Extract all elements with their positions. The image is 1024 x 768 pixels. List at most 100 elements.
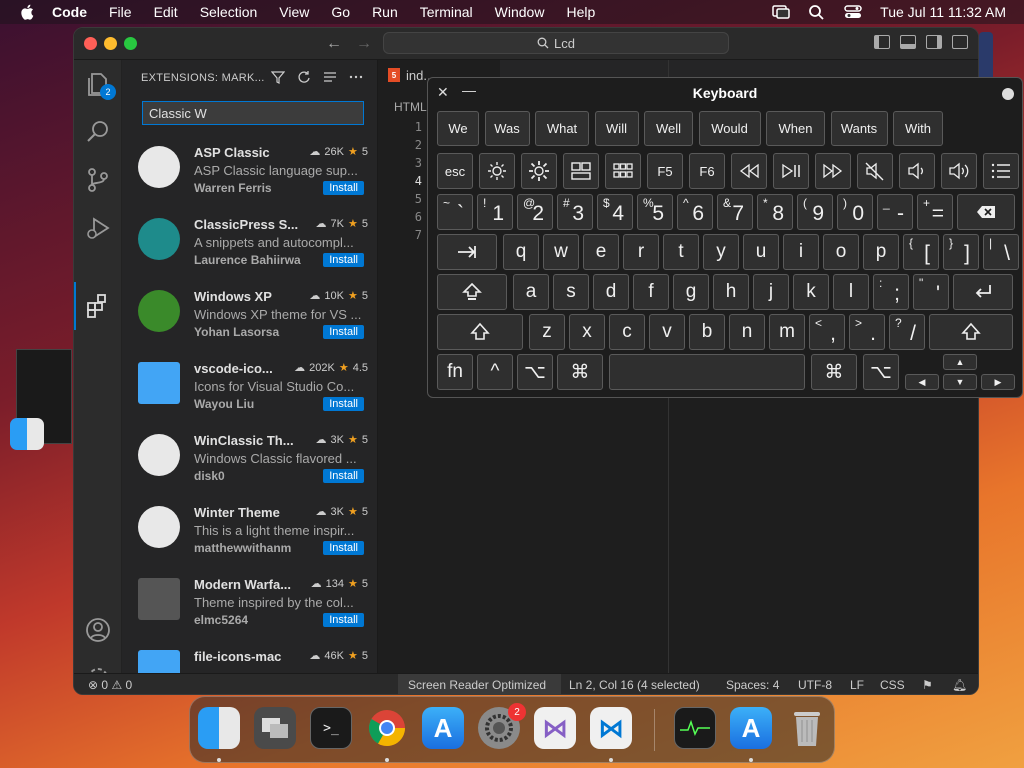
toggle-secondary-sidebar-icon[interactable] xyxy=(926,35,942,49)
cursor-position[interactable]: Ln 2, Col 16 (4 selected) xyxy=(569,678,700,692)
letter-key[interactable]: p xyxy=(863,234,899,270)
volume-up-icon[interactable] xyxy=(941,153,977,189)
extension-list-item[interactable]: vscode-ico... ☁ 202K ★ 4.5 Icons for Vis… xyxy=(122,352,377,424)
number-row-key[interactable]: + = xyxy=(917,194,953,230)
letter-key[interactable]: z xyxy=(529,314,565,350)
launchpad-icon[interactable] xyxy=(605,153,641,189)
extension-list-item[interactable]: ClassicPress S... ☁ 7K ★ 5 A snippets an… xyxy=(122,208,377,280)
fn-key[interactable]: fn xyxy=(437,354,473,390)
apple-icon[interactable] xyxy=(18,4,36,20)
right-option-key[interactable]: ⌥ xyxy=(863,354,899,390)
accounts-icon[interactable] xyxy=(84,616,112,644)
left-shift-key[interactable] xyxy=(437,314,523,350)
menu-file[interactable]: File xyxy=(109,4,132,20)
number-row-key[interactable]: (9 xyxy=(797,194,833,230)
more-actions-icon[interactable] xyxy=(349,70,363,84)
menu-clock[interactable]: Tue Jul 11 11:32 AM xyxy=(880,4,1006,20)
preview-dock-icon[interactable] xyxy=(254,707,296,749)
letter-key[interactable]: k xyxy=(793,274,829,310)
letter-key[interactable]: t xyxy=(663,234,699,270)
menu-help[interactable]: Help xyxy=(566,4,595,20)
install-button[interactable]: Install xyxy=(323,325,364,339)
end-of-line[interactable]: LF xyxy=(850,678,864,692)
return-key[interactable] xyxy=(953,274,1013,310)
punctuation-key[interactable]: }] xyxy=(943,234,979,270)
arrow-right-key[interactable]: ▶ xyxy=(981,374,1015,390)
control-key[interactable]: ^ xyxy=(477,354,513,390)
list-icon[interactable] xyxy=(983,153,1019,189)
screen-reader-mode[interactable]: Screen Reader Optimized xyxy=(408,678,546,692)
rewind-icon[interactable] xyxy=(731,153,767,189)
mission-control-icon[interactable] xyxy=(563,153,599,189)
punctuation-key[interactable]: <, xyxy=(809,314,845,350)
f5-key[interactable]: F5 xyxy=(647,153,683,189)
letter-key[interactable]: s xyxy=(553,274,589,310)
install-button[interactable]: Install xyxy=(323,469,364,483)
f6-key[interactable]: F6 xyxy=(689,153,725,189)
letter-key[interactable]: o xyxy=(823,234,859,270)
punctuation-key[interactable]: {[ xyxy=(903,234,939,270)
caps-lock-key[interactable] xyxy=(437,274,507,310)
zoom-window-button[interactable] xyxy=(124,37,137,50)
esc-key[interactable]: esc xyxy=(437,153,473,189)
refresh-icon[interactable] xyxy=(297,70,311,84)
menu-edit[interactable]: Edit xyxy=(154,4,178,20)
letter-key[interactable]: f xyxy=(633,274,669,310)
extension-author[interactable]: disk0 xyxy=(194,469,225,483)
command-key[interactable]: ⌘ xyxy=(557,354,603,390)
punctuation-key[interactable]: :; xyxy=(873,274,909,310)
arrow-up-key[interactable]: ▲ xyxy=(943,354,977,370)
menu-view[interactable]: View xyxy=(279,4,309,20)
screen-mirroring-icon[interactable] xyxy=(772,4,790,20)
tab-key[interactable] xyxy=(437,234,497,270)
problems-indicator[interactable]: ⊗ 0 ⚠ 0 xyxy=(88,678,132,692)
app-store-dock-icon[interactable]: A xyxy=(422,707,464,749)
suggestion-key[interactable]: When xyxy=(766,111,825,146)
suggestion-key[interactable]: We xyxy=(437,111,479,146)
number-row-key[interactable]: ~ ` xyxy=(437,194,473,230)
chrome-dock-icon[interactable] xyxy=(366,707,408,749)
suggestion-key[interactable]: Will xyxy=(594,111,639,146)
letter-key[interactable]: u xyxy=(743,234,779,270)
punctuation-key[interactable]: ? / xyxy=(889,314,925,350)
vscode-dock-icon[interactable]: ⋈ xyxy=(590,707,632,749)
mute-icon[interactable] xyxy=(857,153,893,189)
play-pause-icon[interactable] xyxy=(773,153,809,189)
notifications-bell-icon[interactable]: 🔔︎ xyxy=(952,678,967,692)
install-button[interactable]: Install xyxy=(323,613,364,627)
suggestion-key[interactable]: Well xyxy=(644,111,693,146)
terminal-dock-icon[interactable]: >_ xyxy=(310,707,352,749)
menu-selection[interactable]: Selection xyxy=(200,4,258,20)
install-button[interactable]: Install xyxy=(323,397,364,411)
filter-icon[interactable] xyxy=(271,70,285,84)
brightness-up-icon[interactable] xyxy=(521,153,557,189)
toggle-panel-icon[interactable] xyxy=(900,35,916,49)
letter-key[interactable]: d xyxy=(593,274,629,310)
letter-key[interactable]: e xyxy=(583,234,619,270)
option-key[interactable]: ⌥ xyxy=(517,354,553,390)
letter-key[interactable]: l xyxy=(833,274,869,310)
number-row-key[interactable]: ! 1 xyxy=(477,194,513,230)
language-mode[interactable]: CSS xyxy=(880,678,905,692)
customize-layout-icon[interactable] xyxy=(952,35,968,49)
letter-key[interactable]: r xyxy=(623,234,659,270)
number-row-key[interactable]: $4 xyxy=(597,194,633,230)
install-button[interactable]: Install xyxy=(323,253,364,267)
number-row-key[interactable]: @2 xyxy=(517,194,553,230)
finder-dock-icon[interactable] xyxy=(198,707,240,749)
suggestion-key[interactable]: What xyxy=(535,111,589,146)
clear-results-icon[interactable] xyxy=(323,70,337,84)
extension-list-item[interactable]: file-icons-mac ☁ 46K ★ 5 xyxy=(122,640,377,673)
extension-list-item[interactable]: Modern Warfa... ☁ 134 ★ 5 Theme inspired… xyxy=(122,568,377,640)
right-shift-key[interactable] xyxy=(929,314,1013,350)
install-button[interactable]: Install xyxy=(323,541,364,555)
encoding[interactable]: UTF-8 xyxy=(798,678,832,692)
suggestion-key[interactable]: Wants xyxy=(830,111,888,146)
number-row-key[interactable]: & 7 xyxy=(717,194,753,230)
close-window-button[interactable] xyxy=(84,37,97,50)
extension-list-item[interactable]: Windows XP ☁ 10K ★ 5 Windows XP theme fo… xyxy=(122,280,377,352)
extension-list-item[interactable]: WinClassic Th... ☁ 3K ★ 5 Windows Classi… xyxy=(122,424,377,496)
arrow-left-key[interactable]: ◀ xyxy=(905,374,939,390)
install-button[interactable]: Install xyxy=(323,181,364,195)
number-row-key[interactable]: #3 xyxy=(557,194,593,230)
